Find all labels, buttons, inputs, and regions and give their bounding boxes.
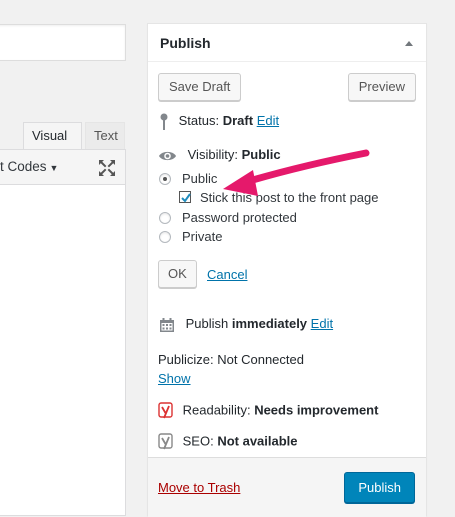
- editor-toolbar: t Codes ▼: [0, 149, 126, 185]
- readability-row: Readability: Needs improvement: [158, 402, 378, 420]
- seo-label: SEO:: [182, 433, 214, 449]
- eye-icon: [159, 151, 176, 160]
- publish-box: Publish Save Draft Preview Status: Draft…: [147, 23, 427, 517]
- save-draft-button[interactable]: Save Draft: [158, 73, 242, 101]
- publish-box-header[interactable]: Publish: [148, 24, 426, 62]
- seo-row: SEO: Not available: [158, 433, 298, 451]
- radio-private[interactable]: [159, 231, 171, 243]
- collapse-toggle-icon[interactable]: [405, 41, 413, 46]
- readability-value: Needs improvement: [254, 402, 379, 418]
- cancel-link[interactable]: Cancel: [207, 267, 247, 282]
- visibility-label: Visibility:: [187, 147, 238, 162]
- tab-text[interactable]: Text: [85, 122, 125, 149]
- radio-password-label: Password protected: [182, 210, 297, 225]
- preview-button[interactable]: Preview: [347, 73, 416, 101]
- publish-box-title: Publish: [160, 35, 211, 51]
- schedule-edit-link[interactable]: Edit: [311, 316, 333, 331]
- ok-button[interactable]: OK: [158, 260, 197, 288]
- visibility-value: Public: [241, 147, 281, 162]
- status-value: Draft: [222, 113, 254, 128]
- expand-icon[interactable]: [98, 159, 116, 177]
- visibility-row: Visibility: Public: [158, 147, 281, 162]
- publish-box-footer: Move to Trash Publish: [148, 457, 426, 517]
- radio-public-label: Public: [182, 171, 218, 186]
- publicize-status: Publicize: Not Connected: [158, 352, 304, 367]
- radio-password[interactable]: [159, 212, 171, 224]
- readability-label: Readability:: [182, 402, 251, 418]
- publish-button[interactable]: Publish: [344, 472, 415, 503]
- schedule-label: Publish: [185, 316, 229, 331]
- editor-content-area[interactable]: [0, 185, 126, 516]
- radio-public[interactable]: [159, 173, 171, 185]
- status-label: Status:: [178, 113, 220, 128]
- sticky-label: Stick this post to the front page: [200, 190, 379, 205]
- calendar-icon: [160, 317, 174, 332]
- publicize-show-link[interactable]: Show: [158, 371, 191, 386]
- move-to-trash-link[interactable]: Move to Trash: [158, 480, 240, 495]
- post-title-input[interactable]: [0, 24, 126, 61]
- seo-value: Not available: [217, 433, 298, 449]
- chevron-down-icon: ▼: [49, 163, 59, 173]
- yoast-icon: [158, 433, 173, 450]
- schedule-value: immediately: [231, 316, 308, 331]
- status-row: Status: Draft Edit: [160, 113, 279, 131]
- schedule-row: Publish immediately Edit: [159, 316, 333, 333]
- radio-private-label: Private: [182, 229, 223, 244]
- status-edit-link[interactable]: Edit: [257, 113, 279, 128]
- yoast-icon: [158, 402, 173, 419]
- checkmark-icon: [181, 193, 191, 203]
- pin-icon: [160, 113, 168, 131]
- tab-visual[interactable]: Visual: [23, 122, 82, 149]
- shortcodes-dropdown[interactable]: t Codes ▼: [0, 159, 58, 174]
- sticky-checkbox[interactable]: [179, 191, 191, 203]
- shortcodes-label: t Codes: [0, 159, 47, 174]
